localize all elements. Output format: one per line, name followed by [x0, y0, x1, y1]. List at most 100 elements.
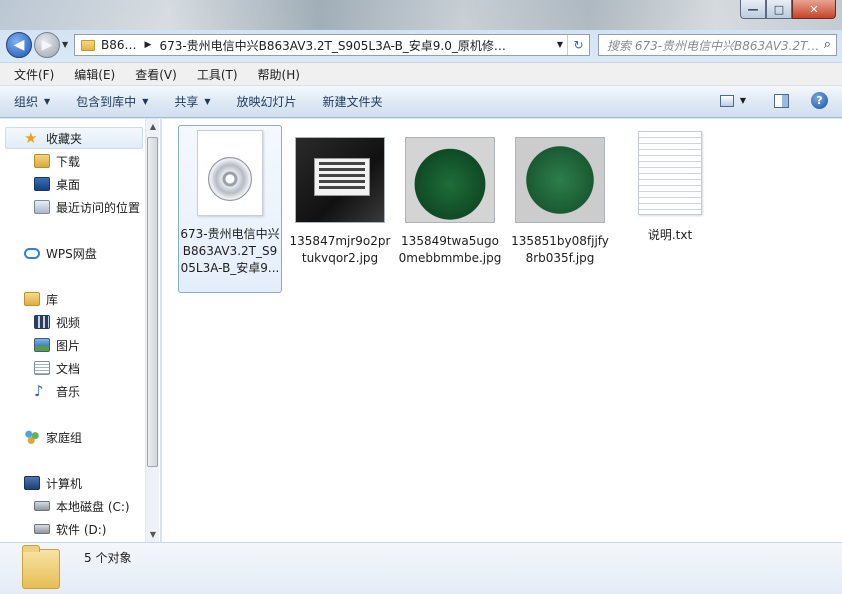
nav-computer[interactable]: 计算机 — [0, 472, 145, 494]
video-icon — [34, 315, 50, 329]
search-placeholder: 搜索 673-贵州电信中兴B863AV3.2T… — [607, 38, 820, 53]
file-name: 说明.txt — [647, 228, 693, 242]
nav-favorites[interactable]: ★ 收藏夹 — [5, 127, 143, 149]
address-dropdown[interactable]: ▼ — [557, 40, 563, 49]
nav-music[interactable]: ♪ 音乐 — [0, 380, 145, 402]
menu-view[interactable]: 查看(V) — [129, 66, 183, 83]
include-in-library-label: 包含到库中 — [76, 95, 137, 109]
scroll-thumb[interactable] — [147, 137, 158, 467]
title-bar — [0, 0, 842, 30]
folder-icon — [81, 39, 95, 51]
caption-buttons: — □ ✕ — [740, 0, 836, 19]
slideshow-button[interactable]: 放映幻灯片 — [237, 93, 297, 110]
disc-image-icon — [197, 130, 263, 216]
nav-wps[interactable]: WPS网盘 — [0, 242, 145, 264]
breadcrumb-item-current[interactable]: 673-贵州电信中兴B863AV3.2T_S905L3A-B_安卓9.0_原机修… — [159, 37, 505, 54]
drive-icon — [34, 501, 50, 511]
forward-button[interactable]: ▶ — [34, 32, 60, 58]
nav-pictures[interactable]: 图片 — [0, 334, 145, 356]
new-folder-button[interactable]: 新建文件夹 — [323, 93, 383, 110]
menu-edit[interactable]: 编辑(E) — [68, 66, 121, 83]
text-file-icon — [638, 131, 702, 215]
nav-desktop[interactable]: 桌面 — [0, 173, 145, 195]
file-view: 673-贵州电信中兴B863AV3.2T_S905L3A-B_安卓9... 13… — [162, 119, 842, 542]
library-icon — [24, 292, 40, 306]
menu-bar: 文件(F) 编辑(E) 查看(V) 工具(T) 帮助(H) — [0, 62, 842, 86]
nav-drive-d-label: 软件 (D:) — [56, 522, 107, 537]
address-bar[interactable]: B86… ▶ 673-贵州电信中兴B863AV3.2T_S905L3A-B_安卓… — [74, 34, 590, 56]
change-view-icon[interactable] — [719, 94, 734, 107]
document-icon — [34, 361, 50, 375]
arrow-right-icon: ▶ — [41, 37, 53, 53]
refresh-icon: ↻ — [573, 38, 584, 52]
include-in-library-button[interactable]: 包含到库中 ▼ — [76, 93, 148, 110]
nav-favorites-label: 收藏夹 — [46, 131, 83, 146]
file-item-jpg-2[interactable]: 135849twa5ugo0mebbmmbe.jpg — [398, 125, 502, 267]
nav-homegroup[interactable]: 家庭组 — [0, 426, 145, 448]
file-item-iso[interactable]: 673-贵州电信中兴B863AV3.2T_S905L3A-B_安卓9... — [178, 125, 282, 293]
nav-drive-c[interactable]: 本地磁盘 (C:) — [0, 495, 145, 517]
nav-documents[interactable]: 文档 — [0, 357, 145, 379]
homegroup-icon — [24, 430, 40, 444]
explorer-window: — □ ✕ ◀ ▶ ▼ B86… ▶ 673-贵州电信中兴B863AV3.2T_… — [0, 0, 842, 594]
new-folder-label: 新建文件夹 — [322, 95, 383, 109]
file-item-txt[interactable]: 说明.txt — [618, 125, 722, 244]
nav-recent-label: 最近访问的位置 — [56, 200, 141, 215]
item-count: 5 个对象 — [84, 551, 132, 565]
menu-file[interactable]: 文件(F) — [8, 66, 60, 83]
menu-tools[interactable]: 工具(T) — [191, 66, 244, 83]
arrow-left-icon: ◀ — [13, 37, 25, 53]
share-label: 共享 — [174, 95, 199, 109]
organize-button[interactable]: 组织 ▼ — [14, 93, 50, 110]
nav-downloads-label: 下载 — [56, 154, 81, 169]
desktop-icon — [34, 177, 50, 191]
file-name: 673-贵州电信中兴B863AV3.2T_S905L3A-B_安卓9... — [180, 227, 280, 275]
preview-pane-icon[interactable] — [774, 93, 789, 108]
chevron-right-icon[interactable]: ▶ — [145, 40, 152, 50]
organize-label: 组织 — [14, 95, 39, 109]
cloud-icon — [24, 247, 40, 259]
file-item-jpg-3[interactable]: 135851by08fjjfy8rb035f.jpg — [508, 125, 612, 267]
picture-icon — [34, 338, 50, 352]
chevron-down-icon: ▼ — [142, 97, 149, 106]
share-button[interactable]: 共享 ▼ — [174, 93, 210, 110]
nav-drive-d[interactable]: 软件 (D:) — [0, 518, 145, 540]
nav-recent[interactable]: 最近访问的位置 — [0, 196, 145, 218]
file-name: 135851by08fjjfy8rb035f.jpg — [511, 234, 609, 265]
nav-downloads[interactable]: 下载 — [0, 150, 145, 172]
download-folder-icon — [34, 154, 50, 168]
photo-thumbnail — [405, 137, 495, 223]
close-button[interactable]: ✕ — [792, 0, 836, 19]
chevron-down-icon: ▼ — [204, 97, 211, 106]
scroll-up-icon[interactable]: ▲ — [146, 122, 160, 131]
chevron-down-icon: ▼ — [44, 97, 51, 106]
nav-homegroup-label: 家庭组 — [46, 430, 83, 445]
scroll-down-icon[interactable]: ▼ — [146, 530, 160, 539]
command-bar-right: ▼ ? — [719, 92, 828, 109]
back-button[interactable]: ◀ — [6, 32, 32, 58]
refresh-button[interactable]: ↻ — [567, 35, 589, 55]
menu-help[interactable]: 帮助(H) — [252, 66, 306, 83]
computer-icon — [24, 476, 40, 490]
nav-videos[interactable]: 视频 — [0, 311, 145, 333]
nav-wps-label: WPS网盘 — [46, 246, 97, 261]
history-dropdown[interactable]: ▼ — [62, 40, 68, 49]
nav-documents-label: 文档 — [56, 361, 81, 376]
maximize-button[interactable]: □ — [766, 0, 792, 19]
slideshow-label: 放映幻灯片 — [236, 95, 297, 109]
photo-thumbnail — [515, 137, 605, 223]
music-note-icon: ♪ — [34, 382, 44, 400]
drive-icon — [34, 524, 50, 534]
nav-libraries-label: 库 — [46, 292, 59, 307]
address-row: ◀ ▶ ▼ B86… ▶ 673-贵州电信中兴B863AV3.2T_S905L3… — [0, 30, 842, 60]
nav-libraries[interactable]: 库 — [0, 288, 145, 310]
help-icon[interactable]: ? — [811, 92, 828, 109]
file-item-jpg-1[interactable]: 135847mjr9o2prtukvqor2.jpg — [288, 125, 392, 267]
chevron-down-icon[interactable]: ▼ — [740, 96, 746, 105]
breadcrumb-item-parent[interactable]: B86… — [101, 38, 137, 52]
search-input[interactable]: 搜索 673-贵州电信中兴B863AV3.2T… ⌕ — [598, 34, 837, 56]
file-name: 135849twa5ugo0mebbmmbe.jpg — [398, 234, 502, 265]
minimize-button[interactable]: — — [740, 0, 766, 19]
nav-scrollbar[interactable]: ▲ ▼ — [145, 119, 159, 542]
search-icon[interactable]: ⌕ — [824, 37, 831, 52]
